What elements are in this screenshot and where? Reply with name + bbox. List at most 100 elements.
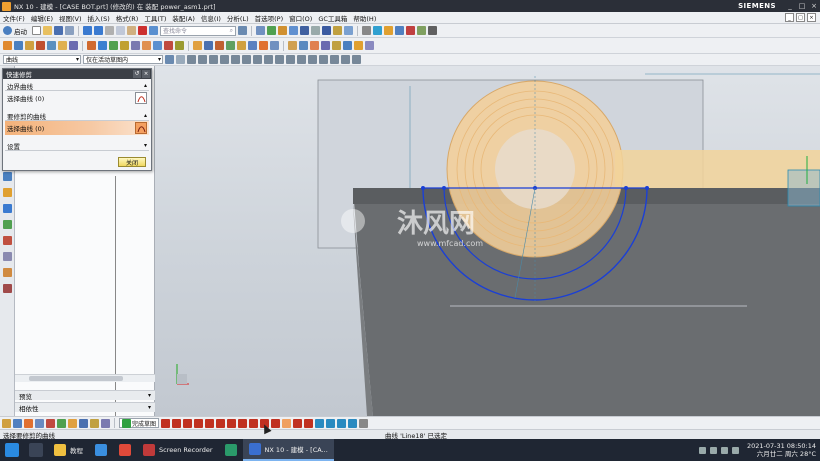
make-corner-icon[interactable] <box>304 418 314 428</box>
chamfer-sketch-icon[interactable] <box>216 418 226 428</box>
snap-tangent-icon[interactable] <box>275 55 284 64</box>
close-icon[interactable]: × <box>142 70 150 78</box>
menu-window[interactable]: 窗口(O) <box>286 13 315 23</box>
split-body-icon[interactable] <box>270 41 279 50</box>
mirror-icon[interactable] <box>175 41 184 50</box>
delay-eval-icon[interactable] <box>57 418 66 428</box>
snap-existing-icon[interactable] <box>264 55 273 64</box>
intersect-icon[interactable] <box>109 41 118 50</box>
navigator-horizontal-scrollbar[interactable] <box>15 374 155 382</box>
datum-axis-icon[interactable] <box>204 41 213 50</box>
quick-trim-icon[interactable] <box>282 418 292 428</box>
doc-restore-icon[interactable]: □ <box>796 13 805 22</box>
constraint-icon[interactable] <box>68 418 77 428</box>
command-finder-icon[interactable] <box>149 26 158 35</box>
update-icon[interactable] <box>46 418 55 428</box>
arc-icon[interactable] <box>183 418 193 428</box>
cut-icon[interactable] <box>105 26 114 35</box>
copy-icon[interactable] <box>116 26 125 35</box>
trim-select-curve-row[interactable]: 选择曲线 (0) <box>5 121 149 135</box>
graphics-viewport[interactable]: 沐风网 www.mfcad.com <box>155 66 820 416</box>
reuse-library-icon[interactable] <box>3 220 12 229</box>
snap-perpendicular-icon[interactable] <box>286 55 295 64</box>
check-icon[interactable] <box>406 26 415 35</box>
window-icon[interactable] <box>238 26 247 35</box>
part-navigator-icon[interactable] <box>3 172 12 181</box>
trim-body-icon[interactable] <box>259 41 268 50</box>
boundary-select-curve-row[interactable]: 选择曲线 (0) <box>5 91 149 105</box>
taskbar-app-browser[interactable] <box>219 439 243 461</box>
roles-icon[interactable] <box>3 268 12 277</box>
snap-control-icon[interactable] <box>209 55 218 64</box>
fillet-icon[interactable] <box>205 418 215 428</box>
finish-sketch-button[interactable]: 完成草图 <box>119 418 160 428</box>
volume-icon[interactable] <box>709 446 717 454</box>
relation-icon[interactable] <box>90 418 99 428</box>
snap-midpoint-icon[interactable] <box>198 55 207 64</box>
menu-preferences[interactable]: 首选项(P) <box>252 13 287 23</box>
datum-csys-icon[interactable] <box>215 41 224 50</box>
nav-section-preview[interactable]: 预览 ▾ <box>15 390 155 401</box>
menu-tools[interactable]: 工具(T) <box>141 13 169 23</box>
fit-view-icon[interactable] <box>256 26 265 35</box>
unite-icon[interactable] <box>87 41 96 50</box>
save-icon[interactable] <box>54 26 63 35</box>
sketch-menu-icon[interactable] <box>2 418 11 428</box>
pattern-curve-icon[interactable] <box>271 418 281 428</box>
thread-icon[interactable] <box>288 41 297 50</box>
shaded-icon[interactable] <box>300 26 309 35</box>
taskbar-app-2[interactable] <box>89 439 113 461</box>
minimize-button[interactable]: _ <box>784 0 796 12</box>
menu-file[interactable]: 文件(F) <box>0 13 28 23</box>
convert-reference-icon[interactable] <box>348 418 358 428</box>
snap-center-icon[interactable] <box>231 55 240 64</box>
curve-to-trim-header[interactable]: 要修剪的曲线 ▴ <box>5 111 149 121</box>
snap-on-face-icon[interactable] <box>341 55 350 64</box>
make-symmetric-icon[interactable] <box>337 418 347 428</box>
menu-view[interactable]: 视图(V) <box>56 13 85 23</box>
groove-icon[interactable] <box>299 41 308 50</box>
ime-icon[interactable] <box>720 446 728 454</box>
menu-edit[interactable]: 编辑(E) <box>28 13 56 23</box>
zoom-icon[interactable] <box>267 26 276 35</box>
assembly-icon[interactable] <box>417 26 426 35</box>
slot-icon[interactable] <box>310 41 319 50</box>
rib-icon[interactable] <box>321 41 330 50</box>
more-sketch-icon[interactable] <box>359 418 369 428</box>
extrude-icon[interactable] <box>14 41 23 50</box>
datum-plane-icon[interactable] <box>193 41 202 50</box>
show-constraint-icon[interactable] <box>101 418 110 428</box>
sketch-icon[interactable] <box>3 41 12 50</box>
taskbar-app-tutorial[interactable]: 教程 <box>48 439 89 461</box>
measure-icon[interactable] <box>384 26 393 35</box>
close-button[interactable]: 关闭 <box>118 157 146 167</box>
reattach-icon[interactable] <box>35 418 44 428</box>
analysis-icon[interactable] <box>395 26 404 35</box>
wireframe-icon[interactable] <box>311 26 320 35</box>
snap-bounded-icon[interactable] <box>308 55 317 64</box>
save-all-icon[interactable] <box>65 26 74 35</box>
taskbar-clock[interactable]: 2021-07-31 08:50:14 六月廿二 周六 28°C <box>747 442 816 458</box>
assembly-navigator-icon[interactable] <box>3 188 12 197</box>
select-curve-icon[interactable] <box>135 92 147 104</box>
snap-face-icon[interactable] <box>297 55 306 64</box>
start-button[interactable]: 启动 <box>3 26 27 36</box>
hide-icon[interactable] <box>362 26 371 35</box>
snap-arc-icon[interactable] <box>319 55 328 64</box>
pad-icon[interactable] <box>69 41 78 50</box>
snap-pole-icon[interactable] <box>330 55 339 64</box>
notification-icon[interactable] <box>731 446 739 454</box>
open-folder-icon[interactable] <box>43 26 52 35</box>
dimension-icon[interactable] <box>315 418 325 428</box>
taskbar-app-nx[interactable]: NX 10 - 建模 - [CA... <box>242 439 334 461</box>
close-window-button[interactable]: × <box>808 0 820 12</box>
snap-point-on-curve-icon[interactable] <box>253 55 262 64</box>
windows-start-icon[interactable] <box>5 443 19 457</box>
type-filter-select[interactable]: 曲线 ▾ <box>3 55 81 64</box>
shell-icon[interactable] <box>142 41 151 50</box>
system-materials-icon[interactable] <box>3 252 12 261</box>
pocket-icon[interactable] <box>58 41 67 50</box>
emboss-icon[interactable] <box>332 41 341 50</box>
menu-assembly[interactable]: 装配(A) <box>169 13 198 23</box>
taskbar-app-screen-recorder[interactable]: Screen Recorder <box>137 439 219 461</box>
